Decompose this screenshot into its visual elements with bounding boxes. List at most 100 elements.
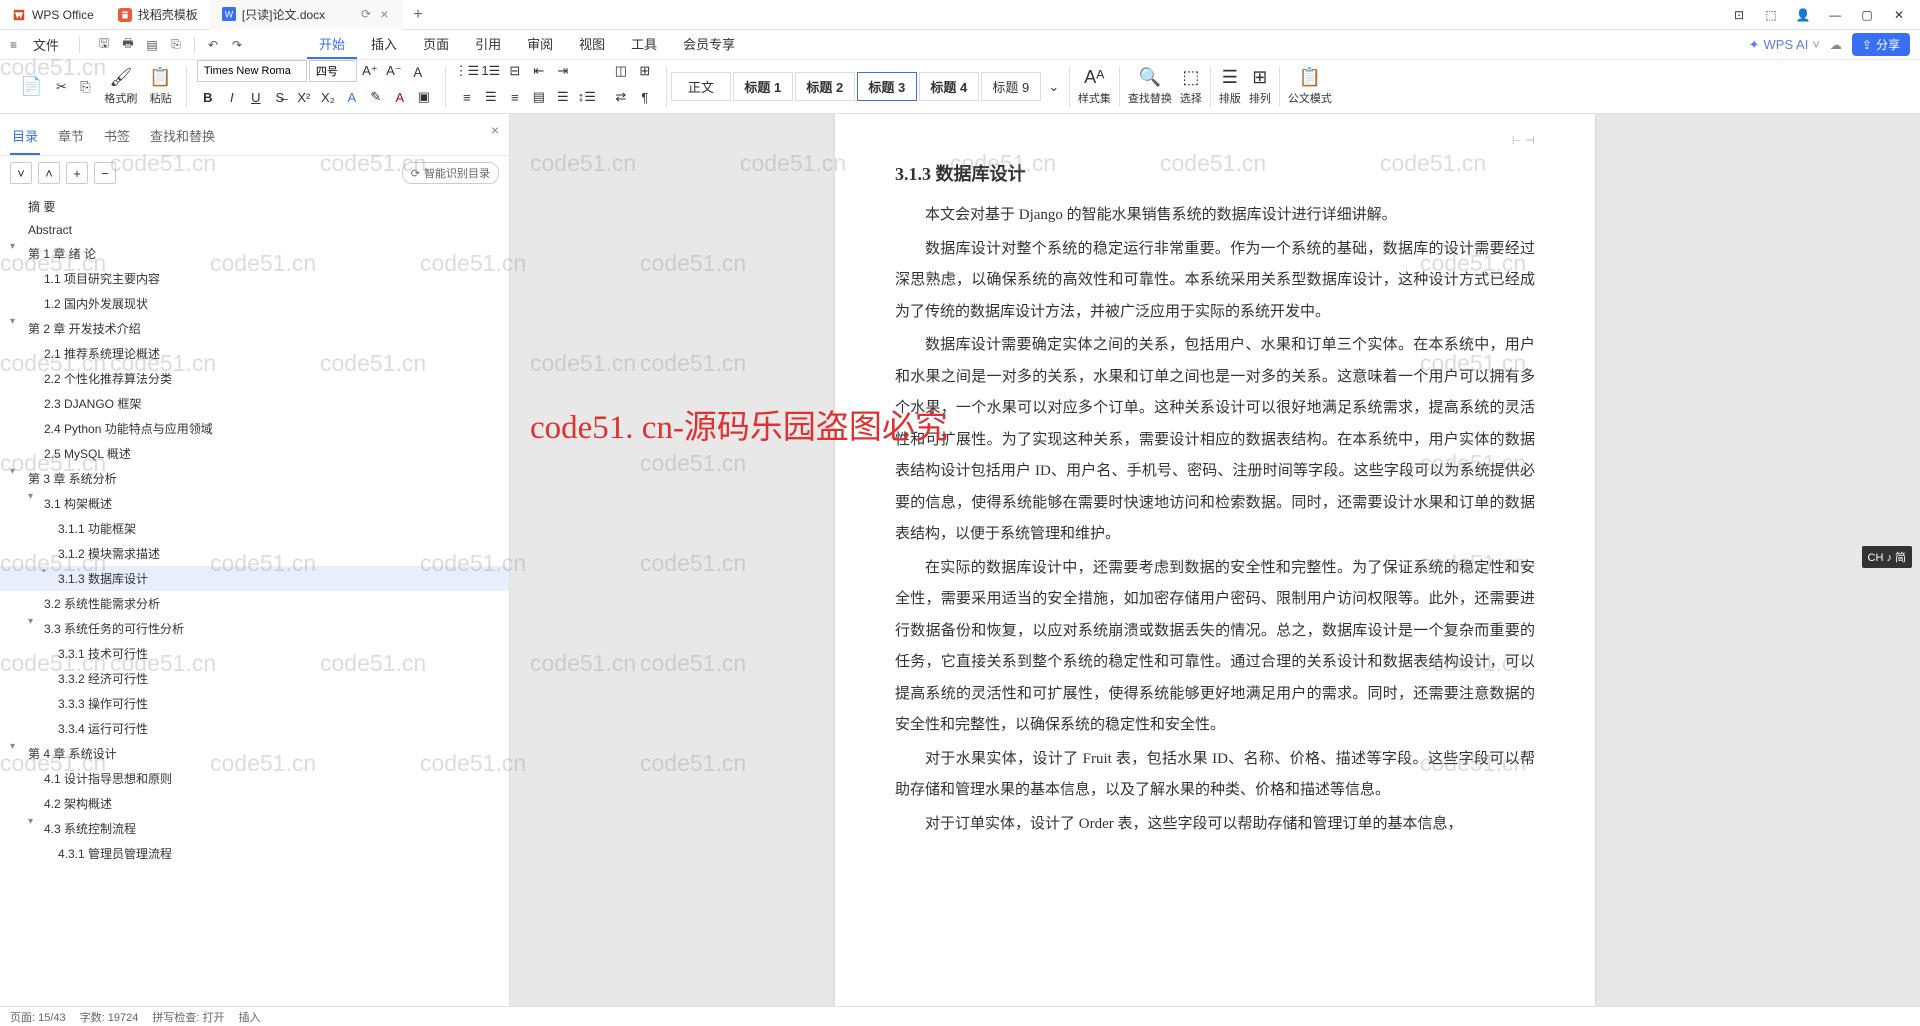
tab-refresh-icon[interactable]: ⟳ bbox=[361, 7, 371, 21]
save-icon[interactable]: 🖫 bbox=[94, 35, 114, 55]
clear-format-icon[interactable]: Ａ bbox=[407, 60, 429, 82]
collapse-icon[interactable]: ▾ bbox=[28, 491, 33, 502]
toc-item[interactable]: 3.3.2 经济可行性 bbox=[0, 666, 509, 691]
collapse-icon[interactable]: ▾ bbox=[28, 816, 33, 827]
toc-item[interactable]: 3.3.1 技术可行性 bbox=[0, 641, 509, 666]
fill-color-button[interactable]: ▣ bbox=[413, 86, 435, 108]
close-icon[interactable]: × bbox=[491, 122, 499, 138]
minimize-button[interactable]: — bbox=[1822, 2, 1848, 28]
highlight-button[interactable]: ✎ bbox=[365, 86, 387, 108]
tab-icon[interactable]: ⇄ bbox=[610, 86, 632, 108]
page-indicator[interactable]: 页面: 15/43 bbox=[10, 1009, 66, 1025]
toc-item[interactable]: 4.3.1 管理员管理流程 bbox=[0, 841, 509, 866]
redo-icon[interactable]: ↷ bbox=[227, 35, 247, 55]
toc-item[interactable]: 1.2 国内外发展现状 bbox=[0, 291, 509, 316]
font-size-select[interactable] bbox=[309, 60, 357, 82]
number-list-icon[interactable]: 1☰ bbox=[480, 60, 502, 82]
smart-toc-button[interactable]: ⟳智能识别目录 bbox=[402, 162, 499, 184]
toc-item[interactable]: 4.3 系统控制流程 bbox=[0, 816, 509, 841]
file-menu[interactable]: 文件 bbox=[27, 35, 65, 54]
tab-document[interactable]: W [只读]论文.docx ⟳ × bbox=[210, 0, 404, 30]
increase-font-icon[interactable]: A⁺ bbox=[359, 60, 381, 82]
strikethrough-button[interactable]: S̶ bbox=[269, 86, 291, 108]
paragraph[interactable]: 对于订单实体，设计了 Order 表，这些字段可以帮助存储和管理订单的基本信息， bbox=[895, 809, 1535, 841]
collapse-icon[interactable]: ▾ bbox=[10, 741, 15, 752]
toc-item[interactable]: 第 3 章 系统分析 bbox=[0, 466, 509, 491]
remove-icon[interactable]: − bbox=[94, 162, 116, 184]
collapse-icon[interactable]: ▾ bbox=[10, 241, 15, 252]
word-count[interactable]: 字数: 19724 bbox=[80, 1009, 139, 1025]
style-heading9[interactable]: 标题 9 bbox=[981, 72, 1041, 101]
app-menu-icon[interactable]: ⊡ bbox=[1726, 2, 1752, 28]
decrease-indent-icon[interactable]: ⇤ bbox=[528, 60, 550, 82]
underline-button[interactable]: U bbox=[245, 86, 267, 108]
select-button[interactable]: ⬚选择 bbox=[1176, 67, 1206, 106]
superscript-button[interactable]: X² bbox=[293, 86, 315, 108]
align-center-icon[interactable]: ☰ bbox=[480, 86, 502, 108]
cut-icon[interactable]: ✂ bbox=[50, 76, 72, 98]
toc-item[interactable]: 第 4 章 系统设计 bbox=[0, 741, 509, 766]
spell-check-status[interactable]: 拼写检查: 打开 bbox=[152, 1009, 224, 1025]
toc-item[interactable]: 3.1.2 模块需求描述 bbox=[0, 541, 509, 566]
tab-review[interactable]: 审阅 bbox=[515, 30, 565, 59]
toc-item[interactable]: 1.1 项目研究主要内容 bbox=[0, 266, 509, 291]
official-mode-button[interactable]: 📋公文模式 bbox=[1284, 67, 1336, 106]
insert-mode[interactable]: 插入 bbox=[238, 1009, 260, 1025]
close-button[interactable]: ✕ bbox=[1886, 2, 1912, 28]
font-color-button[interactable]: A bbox=[389, 86, 411, 108]
paragraph[interactable]: 对于水果实体，设计了 Fruit 表，包括水果 ID、名称、价格、描述等字段。这… bbox=[895, 744, 1535, 807]
add-icon[interactable]: + bbox=[66, 162, 88, 184]
prev-icon[interactable]: ˅ bbox=[10, 162, 32, 184]
toc-item[interactable]: 摘 要 bbox=[0, 194, 509, 219]
toc-item[interactable]: 3.2 系统性能需求分析 bbox=[0, 591, 509, 616]
tab-reference[interactable]: 引用 bbox=[463, 30, 513, 59]
toc-item[interactable]: 3.3.4 运行可行性 bbox=[0, 716, 509, 741]
close-icon[interactable]: × bbox=[377, 6, 391, 22]
collapse-icon[interactable]: ▾ bbox=[10, 316, 15, 327]
print-preview-icon[interactable]: ▤ bbox=[142, 35, 162, 55]
show-marks-icon[interactable]: ¶ bbox=[634, 86, 656, 108]
style-normal[interactable]: 正文 bbox=[671, 72, 731, 101]
tab-insert[interactable]: 插入 bbox=[359, 30, 409, 59]
bold-button[interactable]: B bbox=[197, 86, 219, 108]
italic-button[interactable]: I bbox=[221, 86, 243, 108]
cover-button[interactable]: 📄 bbox=[16, 76, 46, 97]
cube-icon[interactable]: ⬚ bbox=[1758, 2, 1784, 28]
multilevel-list-icon[interactable]: ⊟ bbox=[504, 60, 526, 82]
tab-start[interactable]: 开始 bbox=[307, 30, 357, 59]
font-name-select[interactable] bbox=[197, 60, 307, 82]
toc-item[interactable]: 第 1 章 绪 论 bbox=[0, 241, 509, 266]
undo-icon[interactable]: ↶ bbox=[203, 35, 223, 55]
tab-templates[interactable]: 找稻壳模板 bbox=[106, 0, 210, 30]
avatar-icon[interactable]: 👤 bbox=[1790, 2, 1816, 28]
nav-tab-bookmark[interactable]: 书签 bbox=[102, 122, 132, 155]
toc-item[interactable]: 3.1.1 功能框架 bbox=[0, 516, 509, 541]
bullet-list-icon[interactable]: ⋮☰ bbox=[456, 60, 478, 82]
paragraph[interactable]: 在实际的数据库设计中，还需要考虑到数据的安全性和完整性。为了保证系统的稳定性和安… bbox=[895, 553, 1535, 742]
wps-ai-button[interactable]: ✦WPS AI˅ bbox=[1749, 37, 1820, 53]
add-tab-button[interactable]: + bbox=[403, 6, 432, 24]
format-painter-button[interactable]: 🖌格式刷 bbox=[100, 67, 141, 106]
toc-item[interactable]: Abstract bbox=[0, 219, 509, 241]
print-icon[interactable]: 🖶 bbox=[118, 35, 138, 55]
toc-item[interactable]: 3.3.3 操作可行性 bbox=[0, 691, 509, 716]
toc-item[interactable]: 2.4 Python 功能特点与应用领域 bbox=[0, 416, 509, 441]
tab-view[interactable]: 视图 bbox=[567, 30, 617, 59]
justify-icon[interactable]: ▤ bbox=[528, 86, 550, 108]
style-heading3[interactable]: 标题 3 bbox=[857, 72, 917, 101]
cloud-icon[interactable]: ☁ bbox=[1830, 38, 1842, 52]
bullet-icon[interactable]: • bbox=[42, 566, 46, 577]
style-set-button[interactable]: Aᴬ样式集 bbox=[1074, 67, 1115, 106]
align-right-icon[interactable]: ≡ bbox=[504, 86, 526, 108]
increase-indent-icon[interactable]: ⇥ bbox=[552, 60, 574, 82]
paste-button[interactable]: 📋粘贴 bbox=[145, 67, 175, 106]
share-button[interactable]: ⇪分享 bbox=[1852, 33, 1910, 56]
arrange-button[interactable]: ⊞排列 bbox=[1245, 67, 1275, 106]
border-icon[interactable]: ⊞ bbox=[634, 60, 656, 82]
find-replace-button[interactable]: 🔍查找替换 bbox=[1124, 67, 1176, 106]
style-heading2[interactable]: 标题 2 bbox=[795, 72, 855, 101]
heading-3[interactable]: 3.1.3 数据库设计 bbox=[895, 160, 1535, 186]
line-spacing-icon[interactable]: ↕☰ bbox=[576, 86, 598, 108]
tab-page[interactable]: 页面 bbox=[411, 30, 461, 59]
sort-button[interactable]: ☰排版 bbox=[1215, 67, 1245, 106]
